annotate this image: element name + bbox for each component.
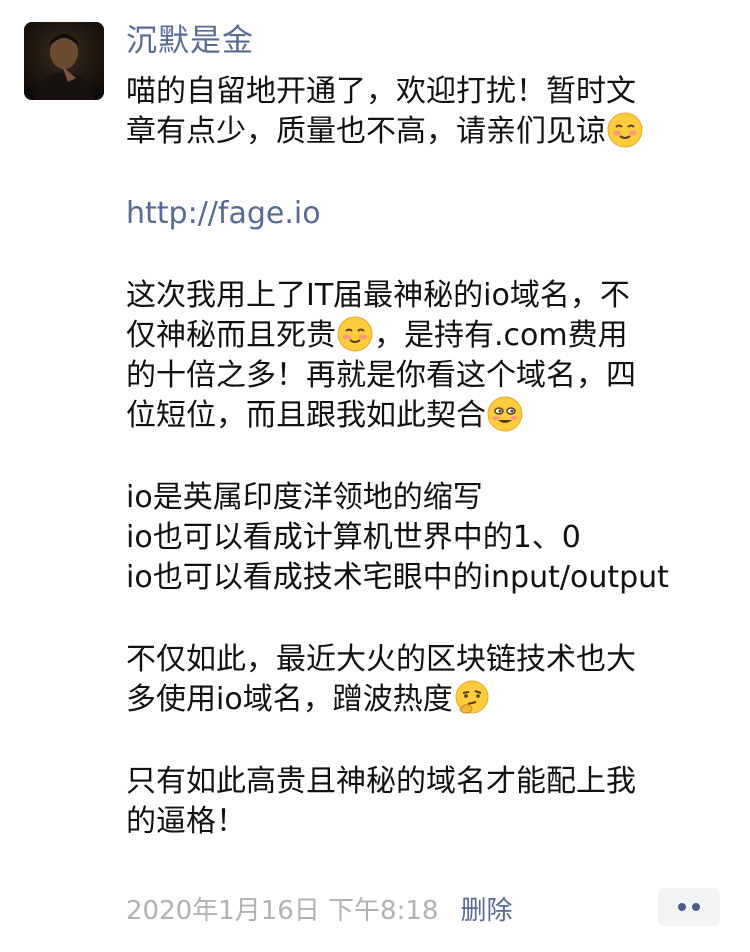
grin-emoji-icon: [487, 396, 523, 432]
author-name[interactable]: 沉默是金: [126, 20, 254, 62]
text-line: 章有点少，质量也不高，请亲们见谅: [126, 112, 736, 152]
text-line: 的十倍之多！再就是你看这个域名，四: [126, 358, 636, 393]
text-line: io是英属印度洋领地的缩写: [126, 480, 483, 515]
text-line: 的逼格！: [126, 804, 246, 839]
text-line: 这次我用上了IT届最神秘的io域名，不: [126, 278, 630, 313]
site-link[interactable]: http://fage.io: [126, 194, 736, 234]
text-line: 多使用io域名，蹭波热度: [126, 680, 736, 720]
post-footer: 2020年1月16日 下午8:18 删除: [126, 888, 512, 928]
delete-button[interactable]: 删除: [460, 890, 512, 927]
text-line: io也可以看成技术宅眼中的input/output: [126, 560, 669, 595]
paragraph-blockchain: 不仅如此，最近大火的区块链技术也大 多使用io域名，蹭波热度: [126, 640, 736, 720]
paragraph-domain: 这次我用上了IT届最神秘的io域名，不 仅神秘而且死贵 ，是持有.com费用 的十…: [126, 276, 736, 436]
thinking-emoji-icon: [455, 680, 489, 714]
avatar[interactable]: [24, 22, 104, 100]
text-line: 喵的自留地开通了，欢迎打扰！暂时文: [126, 74, 636, 109]
text-line: io也可以看成计算机世界中的1、0: [126, 520, 581, 555]
paragraph-intro: 喵的自留地开通了，欢迎打扰！暂时文 章有点少，质量也不高，请亲们见谅: [126, 72, 736, 152]
text-line: 不仅如此，最近大火的区块链技术也大: [126, 642, 636, 677]
post-content: 喵的自留地开通了，欢迎打扰！暂时文 章有点少，质量也不高，请亲们见谅 http:…: [126, 72, 736, 842]
text-line: 仅神秘而且死贵 ，是持有.com费用: [126, 316, 628, 353]
paragraph-meaning: io是英属印度洋领地的缩写 io也可以看成计算机世界中的1、0 io也可以看成技…: [126, 478, 736, 598]
timestamp: 2020年1月16日 下午8:18: [126, 895, 439, 926]
dot-icon: [678, 903, 686, 911]
paragraph-link: http://fage.io: [126, 194, 736, 234]
blush-emoji-icon: [337, 316, 373, 352]
more-options-button[interactable]: [658, 888, 720, 926]
dot-icon: [692, 903, 700, 911]
text-line: 位短位，而且跟我如此契合: [126, 396, 736, 436]
text-line: 只有如此高贵且神秘的域名才能配上我: [126, 764, 636, 799]
paragraph-closing: 只有如此高贵且神秘的域名才能配上我 的逼格！: [126, 762, 736, 842]
blush-emoji-icon: [607, 112, 643, 148]
